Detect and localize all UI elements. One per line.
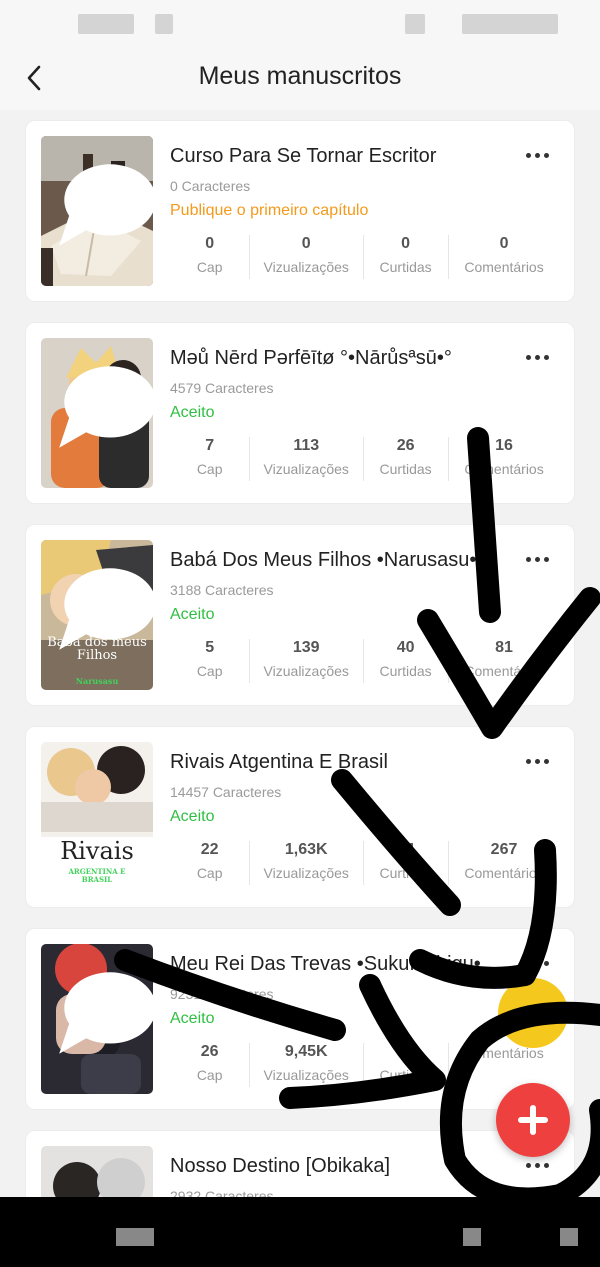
status-bar-right-icons bbox=[462, 14, 558, 34]
stats-row: 7 Cap 113 Vizualizações 26 Curtidas 16 Comen… bbox=[170, 433, 560, 483]
status-label: Aceito bbox=[170, 808, 215, 825]
book-cover[interactable]: Rivais ARGENTINA E BRASIL bbox=[41, 742, 153, 892]
manuscript-title[interactable]: Rivais Atgentina E Brasil bbox=[170, 751, 515, 774]
more-options-button[interactable] bbox=[520, 747, 554, 775]
manuscript-title[interactable]: Babá Dos Meus Filhos •Narusasu• bbox=[170, 549, 515, 572]
book-cover[interactable] bbox=[41, 136, 153, 286]
stat-likes: 40 Curtidas bbox=[363, 635, 448, 685]
stat-comments: 16 Comentários bbox=[448, 433, 560, 483]
system-navigation-bar bbox=[0, 1197, 600, 1267]
status-label: Aceito bbox=[170, 404, 215, 421]
manuscript-title[interactable]: Nosso Destino [Obikaka] bbox=[170, 1155, 515, 1178]
character-count: 4579 Caracteres bbox=[170, 380, 274, 396]
status-bar-left-icons bbox=[78, 14, 134, 34]
stat-comments: Comentários bbox=[448, 1039, 560, 1089]
status-label[interactable]: Publique o primeiro capítulo bbox=[170, 202, 368, 220]
add-manuscript-button[interactable] bbox=[496, 1083, 570, 1157]
character-count: 14457 Caracteres bbox=[170, 784, 282, 800]
character-count: 9231 Caracteres bbox=[170, 986, 274, 1002]
stat-cap: 22 Cap bbox=[196, 841, 223, 881]
chat-icon bbox=[59, 366, 153, 448]
manuscript-card[interactable]: Rivais ARGENTINA E BRASIL Rivais Atgenti… bbox=[25, 726, 575, 908]
cover-title-text: Rivais bbox=[60, 837, 134, 865]
status-bar bbox=[0, 0, 600, 48]
stats-row: 0 Cap 0 Vizualizações 0 Curtidas 0 Comentári… bbox=[170, 231, 560, 281]
book-cover[interactable] bbox=[41, 1146, 153, 1197]
more-options-button[interactable] bbox=[520, 343, 554, 371]
stat-cap: 0 Cap bbox=[196, 235, 223, 275]
floating-yellow-button[interactable] bbox=[498, 978, 568, 1048]
stat-likes: 26 Curtidas bbox=[363, 433, 448, 483]
manuscript-card[interactable]: Məů Nērd Pərfēītø °•Nārůsªsū•° 4579 Cara… bbox=[25, 322, 575, 504]
status-bar-right-icon bbox=[405, 14, 425, 34]
stat-views: 9,45K Vizualizações bbox=[249, 1039, 363, 1089]
book-cover[interactable]: Babá dos meus Filhos Narusasu bbox=[41, 540, 153, 690]
app-header: Meus manuscritos bbox=[0, 48, 600, 110]
stats-row: 26 Cap 9,45K Vizualizações 8 Curtidas Comen… bbox=[170, 1039, 560, 1089]
more-options-button[interactable] bbox=[520, 141, 554, 169]
page-title: Meus manuscritos bbox=[198, 62, 402, 90]
character-count: 3188 Caracteres bbox=[170, 582, 274, 598]
manuscript-card[interactable]: Meu Rei Das Trevas •Sukufushigu• 9231 Ca… bbox=[25, 928, 575, 1110]
stat-cap: 5 Cap bbox=[196, 639, 223, 679]
nav-recent-apps-icon[interactable] bbox=[116, 1228, 154, 1246]
book-cover[interactable] bbox=[41, 338, 153, 488]
stat-likes: 8 Curtidas bbox=[363, 1039, 448, 1089]
cover-subtitle-text: ARGENTINA E BRASIL bbox=[68, 867, 126, 885]
plus-icon bbox=[518, 1105, 548, 1135]
stats-row: 5 Cap 139 Vizualizações 40 Curtidas 81 Comen… bbox=[170, 635, 560, 685]
chat-icon bbox=[59, 164, 153, 246]
character-count: 2932 Caracteres bbox=[170, 1188, 274, 1197]
stat-likes: 0 Curtidas bbox=[363, 231, 448, 281]
more-options-button[interactable] bbox=[520, 949, 554, 977]
nav-home-icon[interactable] bbox=[463, 1228, 481, 1246]
nav-back-icon[interactable] bbox=[560, 1228, 578, 1246]
stat-comments: 81 Comentários bbox=[448, 635, 560, 685]
stat-comments: 267 Comentários bbox=[448, 837, 560, 887]
chat-icon bbox=[59, 568, 153, 650]
more-options-button[interactable] bbox=[520, 545, 554, 573]
manuscript-card[interactable]: Nosso Destino [Obikaka] 2932 Caracteres bbox=[25, 1130, 575, 1197]
stat-cap: 7 Cap bbox=[196, 437, 223, 477]
stat-views: 0 Vizualizações bbox=[249, 231, 363, 281]
stat-cap: 26 Cap bbox=[196, 1043, 223, 1083]
cover-image bbox=[41, 1146, 153, 1197]
manuscript-title[interactable]: Məů Nērd Pərfēītø °•Nārůsªsū•° bbox=[170, 347, 515, 370]
stat-views: 139 Vizualizações bbox=[249, 635, 363, 685]
stat-likes: 44 Curtidas bbox=[363, 837, 448, 887]
chat-icon bbox=[59, 972, 153, 1054]
manuscript-title[interactable]: Curso Para Se Tornar Escritor bbox=[170, 145, 515, 168]
manuscript-card[interactable]: Babá dos meus Filhos Narusasu Babá Dos M… bbox=[25, 524, 575, 706]
stat-views: 113 Vizualizações bbox=[249, 433, 363, 483]
stat-views: 1,63K Vizualizações bbox=[249, 837, 363, 887]
manuscript-card[interactable]: Curso Para Se Tornar Escritor 0 Caracter… bbox=[25, 120, 575, 302]
character-count: 0 Caracteres bbox=[170, 178, 251, 194]
status-bar-left-icon bbox=[155, 14, 173, 34]
stats-row: 22 Cap 1,63K Vizualizações 44 Curtidas 267 C… bbox=[170, 837, 560, 887]
stat-comments: 0 Comentários bbox=[448, 231, 560, 281]
status-label: Aceito bbox=[170, 606, 215, 623]
book-cover[interactable] bbox=[41, 944, 153, 1094]
manuscript-title[interactable]: Meu Rei Das Trevas •Sukufushigu• bbox=[170, 953, 515, 976]
status-label: Aceito bbox=[170, 1010, 215, 1027]
